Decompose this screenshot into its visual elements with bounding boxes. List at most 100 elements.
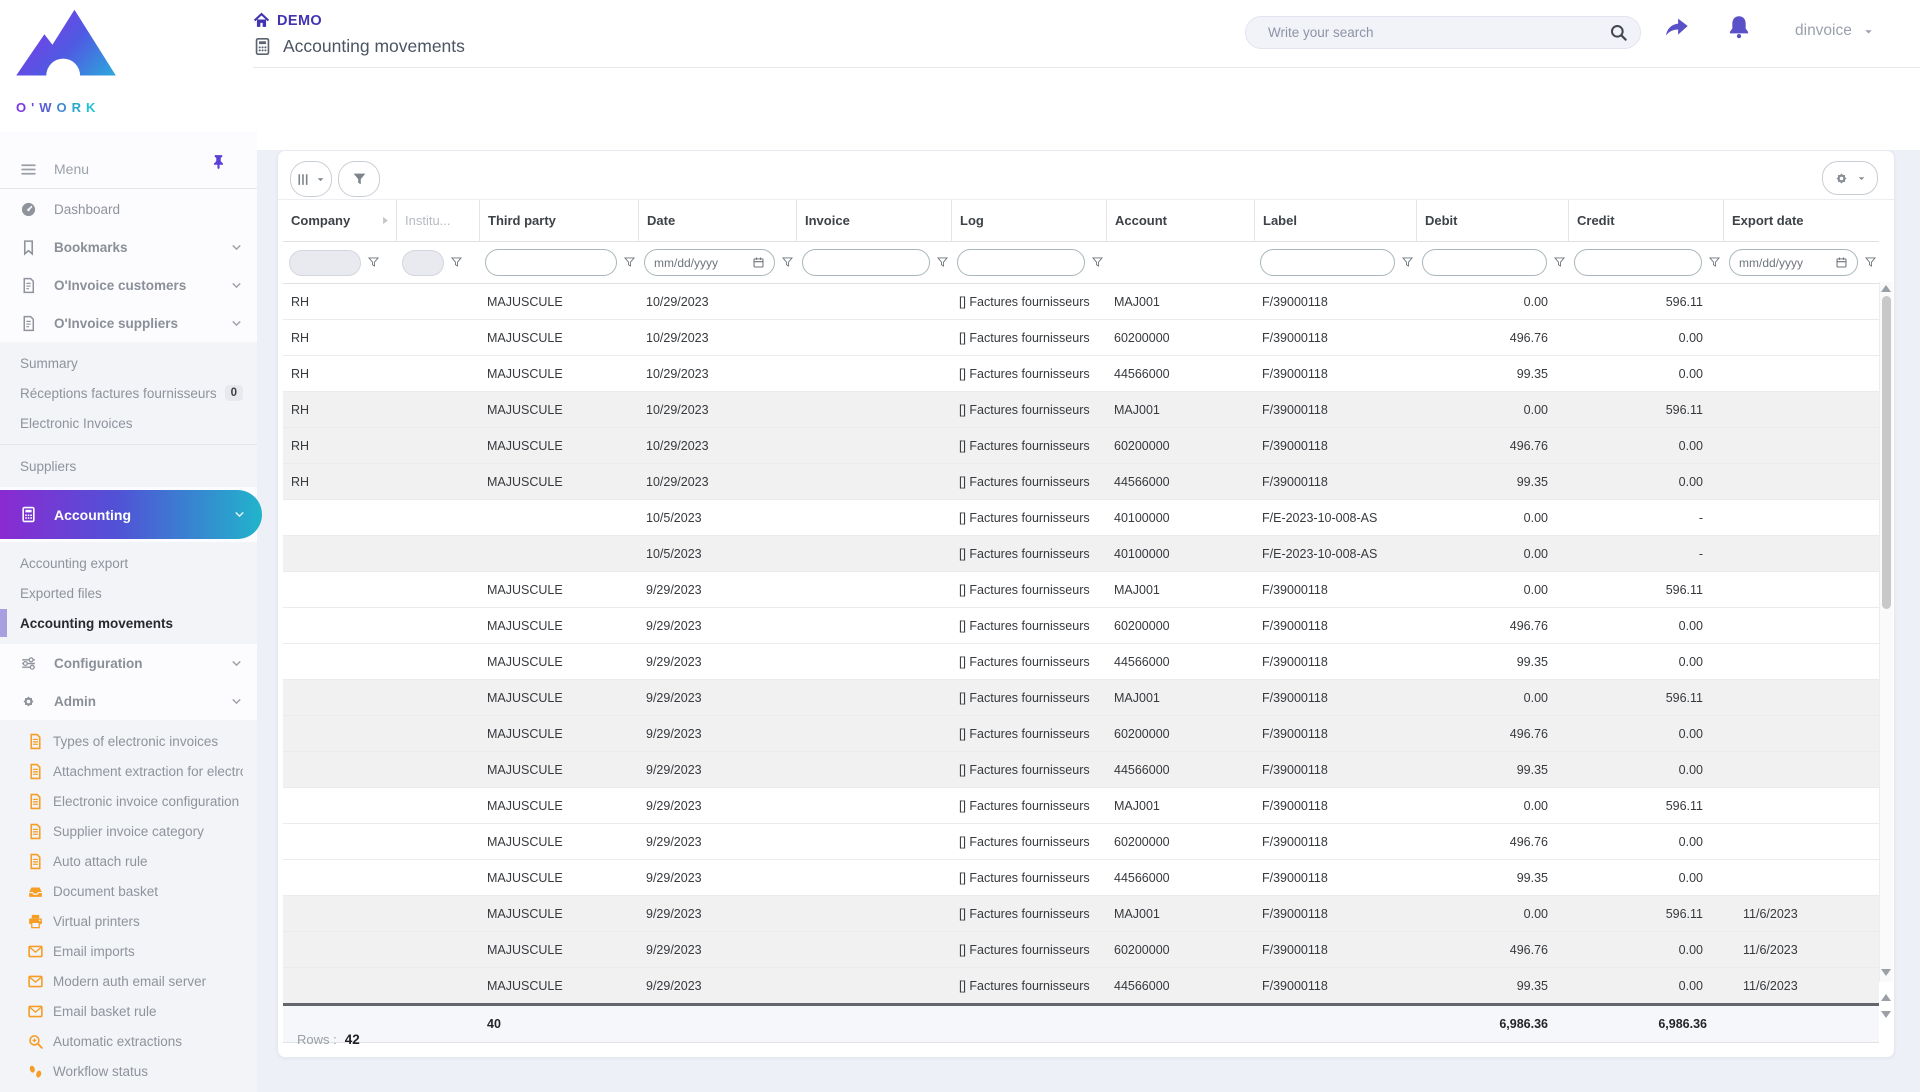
columns-chooser-button[interactable]: [290, 161, 332, 197]
table-row[interactable]: MAJUSCULE 9/29/2023 [] Factures fournisseu…: [283, 608, 1879, 644]
sidebar-item-summary[interactable]: Summary: [0, 348, 257, 378]
sidebar-item-virtual-printers[interactable]: Virtual printers: [0, 906, 257, 936]
table-row[interactable]: MAJUSCULE 9/29/2023 [] Factures fournisseu…: [283, 572, 1879, 608]
sidebar-item-configuration[interactable]: Configuration: [0, 644, 257, 682]
table-row[interactable]: MAJUSCULE 9/29/2023 [] Factures fournisseu…: [283, 680, 1879, 716]
funnel-icon[interactable]: [450, 256, 463, 269]
filter-date-input[interactable]: mm/dd/yyyy: [644, 249, 775, 276]
calendar-icon[interactable]: [1835, 256, 1848, 269]
sidebar-item-auto-attach-rule[interactable]: Auto attach rule: [0, 846, 257, 876]
arrow-right-icon[interactable]: [379, 214, 392, 227]
table-row[interactable]: RH MAJUSCULE 10/29/2023 [] Factures fournis…: [283, 392, 1879, 428]
pin-sidebar-button[interactable]: [210, 153, 232, 175]
cell: [283, 680, 396, 715]
funnel-icon[interactable]: [623, 256, 636, 269]
table-row[interactable]: MAJUSCULE 9/29/2023 [] Factures fournisseu…: [283, 860, 1879, 896]
funnel-icon[interactable]: [936, 256, 949, 269]
sidebar-item-electronic-invoices[interactable]: Electronic Invoices: [0, 408, 257, 438]
funnel-icon[interactable]: [781, 256, 794, 269]
scroll-up-arrow[interactable]: [1881, 285, 1891, 292]
filter-text-input[interactable]: [967, 254, 1075, 271]
breadcrumb[interactable]: DEMO: [253, 12, 322, 29]
filter-text-input[interactable]: [1584, 254, 1692, 271]
sidebar-item-o-invoice-suppliers[interactable]: O'Invoice suppliers: [0, 304, 257, 342]
table-row[interactable]: RH MAJUSCULE 10/29/2023 [] Factures fournis…: [283, 464, 1879, 500]
column-header-credit[interactable]: Credit: [1568, 200, 1723, 241]
cell: 596.11: [1665, 690, 1703, 705]
sidebar-item-automatic-extractions[interactable]: Automatic extractions: [0, 1026, 257, 1056]
sidebar-item-r-ceptions-factures-fournisseurs[interactable]: Réceptions factures fournisseurs 0: [0, 378, 257, 408]
sidebar-item-admin[interactable]: Admin: [0, 682, 257, 720]
funnel-icon[interactable]: [1091, 256, 1104, 269]
table-settings-button[interactable]: [1822, 161, 1878, 195]
sidebar-item-o-invoice-customers[interactable]: O'Invoice customers: [0, 266, 257, 304]
cell: 9/29/2023: [646, 618, 702, 633]
sidebar-item-accounting-export[interactable]: Accounting export: [0, 548, 257, 578]
table-row[interactable]: MAJUSCULE 9/29/2023 [] Factures fournisseu…: [283, 896, 1879, 932]
column-header-account[interactable]: Account: [1106, 200, 1254, 241]
filter-text-input[interactable]: [495, 254, 607, 271]
funnel-icon[interactable]: [1708, 256, 1721, 269]
sidebar-item-supplier-invoice-category[interactable]: Supplier invoice category: [0, 816, 257, 846]
sidebar-item-accounting[interactable]: Accounting: [0, 490, 262, 539]
sidebar-item-attachment-extraction-for-electron[interactable]: Attachment extraction for electron: [0, 756, 257, 786]
table-row[interactable]: MAJUSCULE 9/29/2023 [] Factures fournisseu…: [283, 824, 1879, 860]
table-row[interactable]: RH MAJUSCULE 10/29/2023 [] Factures fournis…: [283, 320, 1879, 356]
column-header-log[interactable]: Log: [951, 200, 1106, 241]
table-row[interactable]: 10/5/2023 [] Factures fournisseurs 4010000…: [283, 536, 1879, 572]
totals-scroll-down-arrow[interactable]: [1881, 1011, 1891, 1018]
cell: [396, 428, 479, 463]
table-row[interactable]: RH MAJUSCULE 10/29/2023 [] Factures fournis…: [283, 356, 1879, 392]
share-button[interactable]: [1663, 15, 1693, 45]
sidebar-item-email-imports[interactable]: Email imports: [0, 936, 257, 966]
table-row[interactable]: MAJUSCULE 9/29/2023 [] Factures fournisseu…: [283, 968, 1879, 1004]
column-header-export-date[interactable]: Export date: [1723, 200, 1879, 241]
column-header-invoice[interactable]: Invoice: [796, 200, 951, 241]
column-header-third-party[interactable]: Third party: [479, 200, 638, 241]
filter-text-input[interactable]: [812, 254, 920, 271]
table-row[interactable]: MAJUSCULE 9/29/2023 [] Factures fournisseu…: [283, 932, 1879, 968]
funnel-icon[interactable]: [1553, 256, 1566, 269]
funnel-icon[interactable]: [1864, 256, 1877, 269]
sidebar-item-accounting-movements[interactable]: Accounting movements: [0, 608, 257, 638]
cell: [] Factures fournisseurs: [959, 546, 1090, 561]
search-input[interactable]: [1266, 24, 1609, 41]
table-row[interactable]: MAJUSCULE 9/29/2023 [] Factures fournisseu…: [283, 788, 1879, 824]
column-header-date[interactable]: Date: [638, 200, 796, 241]
sidebar-item-workflow-status[interactable]: Workflow status: [0, 1056, 257, 1086]
user-menu[interactable]: dinvoice: [1795, 22, 1875, 40]
sidebar-item-dashboard[interactable]: Dashboard: [0, 190, 257, 228]
table-row[interactable]: MAJUSCULE 9/29/2023 [] Factures fournisseu…: [283, 644, 1879, 680]
search-icon[interactable]: [1609, 23, 1628, 42]
sidebar-item-modern-auth-email-server[interactable]: Modern auth email server: [0, 966, 257, 996]
table-row[interactable]: 10/5/2023 [] Factures fournisseurs 4010000…: [283, 500, 1879, 536]
column-header-debit[interactable]: Debit: [1416, 200, 1568, 241]
sidebar-item-document-basket[interactable]: Document basket: [0, 876, 257, 906]
funnel-icon[interactable]: [367, 256, 380, 269]
filter-text-input[interactable]: [1270, 254, 1385, 271]
sidebar-item-types-of-electronic-invoices[interactable]: Types of electronic invoices: [0, 726, 257, 756]
table-row[interactable]: MAJUSCULE 9/29/2023 [] Factures fournisseu…: [283, 752, 1879, 788]
cell: [396, 572, 479, 607]
column-header-company[interactable]: Company: [283, 200, 396, 241]
column-header-institu-[interactable]: Institu...: [396, 200, 479, 241]
sidebar-item-electronic-invoice-configuration[interactable]: Electronic invoice configuration: [0, 786, 257, 816]
scrollbar-thumb[interactable]: [1881, 296, 1891, 609]
table-row[interactable]: MAJUSCULE 9/29/2023 [] Factures fournisseu…: [283, 716, 1879, 752]
column-header-label[interactable]: Label: [1254, 200, 1416, 241]
sidebar-item-email-basket-rule[interactable]: Email basket rule: [0, 996, 257, 1026]
filter-date-input[interactable]: mm/dd/yyyy: [1729, 249, 1858, 276]
table-row[interactable]: RH MAJUSCULE 10/29/2023 [] Factures fournis…: [283, 284, 1879, 320]
filter-text-input[interactable]: [1432, 254, 1537, 271]
filter-toggle-button[interactable]: [338, 161, 380, 197]
sidebar-item-bookmarks[interactable]: Bookmarks: [0, 228, 257, 266]
funnel-icon[interactable]: [1401, 256, 1414, 269]
vertical-scrollbar[interactable]: [1879, 282, 1893, 982]
sidebar-item-suppliers[interactable]: Suppliers: [0, 451, 257, 481]
sidebar-item-exported-files[interactable]: Exported files: [0, 578, 257, 608]
scroll-down-arrow[interactable]: [1881, 969, 1891, 976]
totals-scroll-up-arrow[interactable]: [1881, 994, 1891, 1001]
calendar-icon[interactable]: [752, 256, 765, 269]
notifications-button[interactable]: [1726, 14, 1756, 44]
table-row[interactable]: RH MAJUSCULE 10/29/2023 [] Factures fournis…: [283, 428, 1879, 464]
